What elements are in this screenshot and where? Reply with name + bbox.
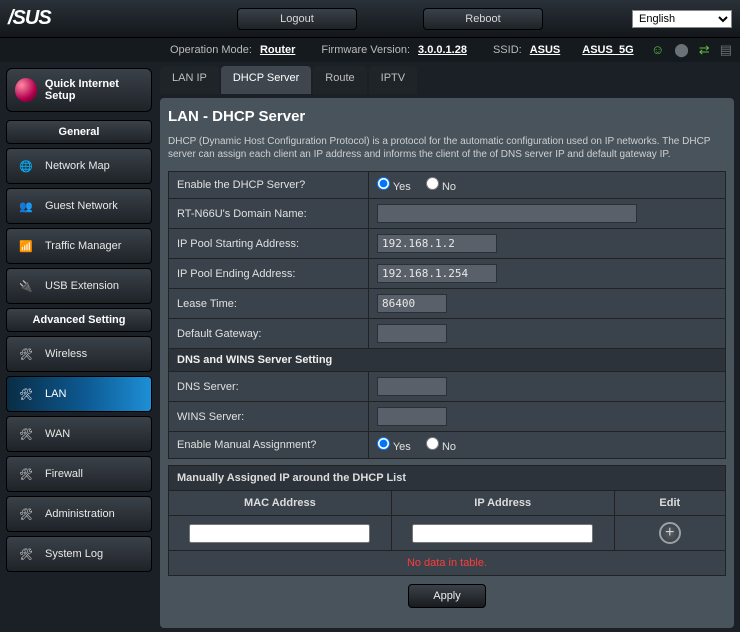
wins-input[interactable]	[377, 407, 447, 426]
section-general: General	[6, 120, 152, 144]
section-advanced: Advanced Setting	[6, 308, 152, 332]
nav-icon: 🛠	[15, 543, 37, 565]
row-dns-label: DNS Server:	[169, 372, 369, 402]
nav-label: Guest Network	[45, 200, 118, 212]
qis-button[interactable]: Quick Internet Setup	[6, 68, 152, 112]
row-pool-end-label: IP Pool Ending Address:	[169, 259, 369, 289]
ssid-label: SSID:	[493, 44, 522, 56]
nav-icon: 👥	[15, 195, 37, 217]
nav-administration[interactable]: 🛠 Administration	[6, 496, 152, 532]
col-ip: IP Address	[391, 491, 614, 516]
qis-label: Quick Internet Setup	[45, 78, 143, 102]
row-enable-dhcp-label: Enable the DHCP Server?	[169, 172, 369, 199]
nav-usb-extension[interactable]: 🔌 USB Extension	[6, 268, 152, 304]
manual-no[interactable]: No	[426, 441, 456, 453]
reboot-button[interactable]: Reboot	[423, 8, 543, 30]
nav-guest-network[interactable]: 👥 Guest Network	[6, 188, 152, 224]
nav-wireless[interactable]: 🛠 Wireless	[6, 336, 152, 372]
page-title: LAN - DHCP Server	[168, 108, 726, 125]
tab-lan-ip[interactable]: LAN IP	[160, 66, 219, 94]
printer-status-icon: ▤	[720, 42, 732, 58]
col-mac: MAC Address	[169, 491, 392, 516]
language-select[interactable]: English	[632, 10, 732, 28]
nav-firewall[interactable]: 🛠 Firewall	[6, 456, 152, 492]
op-mode-label: Operation Mode:	[170, 44, 252, 56]
mac-input[interactable]	[189, 524, 370, 543]
dns-wins-header: DNS and WINS Server Setting	[169, 349, 726, 372]
nav-network-map[interactable]: 🌐 Network Map	[6, 148, 152, 184]
row-gateway-label: Default Gateway:	[169, 319, 369, 349]
gateway-input[interactable]	[377, 324, 447, 343]
nav-label: Firewall	[45, 468, 83, 480]
logout-button[interactable]: Logout	[237, 8, 357, 30]
nav-lan[interactable]: 🛠 LAN	[6, 376, 152, 412]
fw-label: Firmware Version:	[321, 44, 410, 56]
nav-icon: 🔌	[15, 275, 37, 297]
col-edit: Edit	[614, 491, 725, 516]
op-mode-link[interactable]: Router	[260, 44, 295, 56]
tab-route[interactable]: Route	[313, 66, 366, 94]
manual-yes[interactable]: Yes	[377, 441, 411, 453]
nav-system-log[interactable]: 🛠 System Log	[6, 536, 152, 572]
nav-icon: 📶	[15, 235, 37, 257]
ip-input[interactable]	[412, 524, 593, 543]
tab-iptv[interactable]: IPTV	[369, 66, 417, 94]
row-domain-label: RT-N66U's Domain Name:	[169, 199, 369, 229]
domain-input[interactable]	[377, 204, 637, 223]
fw-link[interactable]: 3.0.0.1.28	[418, 44, 467, 56]
nav-icon: 🛠	[15, 343, 37, 365]
manual-list-header: Manually Assigned IP around the DHCP Lis…	[169, 466, 726, 491]
tab-dhcp-server[interactable]: DHCP Server	[221, 66, 311, 94]
nav-label: LAN	[45, 388, 66, 400]
nav-label: Administration	[45, 508, 115, 520]
pool-start-input[interactable]	[377, 234, 497, 253]
row-wins-label: WINS Server:	[169, 402, 369, 432]
nav-traffic-manager[interactable]: 📶 Traffic Manager	[6, 228, 152, 264]
wan-status-icon: ⬤	[674, 42, 689, 58]
nav-icon: 🌐	[15, 155, 37, 177]
nav-label: System Log	[45, 548, 103, 560]
nav-label: Wireless	[45, 348, 87, 360]
qis-icon	[15, 78, 37, 102]
nav-wan[interactable]: 🛠 WAN	[6, 416, 152, 452]
nav-icon: 🛠	[15, 383, 37, 405]
no-data-message: No data in table.	[168, 551, 726, 576]
nav-label: WAN	[45, 428, 70, 440]
ssid5-link[interactable]: ASUS_5G	[582, 44, 633, 56]
ssid-link[interactable]: ASUS	[530, 44, 561, 56]
nav-label: USB Extension	[45, 280, 119, 292]
nav-label: Traffic Manager	[45, 240, 121, 252]
plus-icon: +	[665, 524, 674, 542]
add-entry-button[interactable]: +	[659, 522, 681, 544]
nav-icon: 🛠	[15, 463, 37, 485]
nav-icon: 🛠	[15, 423, 37, 445]
page-description: DHCP (Dynamic Host Configuration Protoco…	[168, 135, 726, 161]
brand-logo: /SUS	[8, 7, 148, 30]
enable-dhcp-no[interactable]: No	[426, 181, 456, 193]
dns-input[interactable]	[377, 377, 447, 396]
row-manual-label: Enable Manual Assignment?	[169, 432, 369, 459]
nav-icon: 🛠	[15, 503, 37, 525]
row-lease-label: Lease Time:	[169, 289, 369, 319]
pool-end-input[interactable]	[377, 264, 497, 283]
apply-button[interactable]: Apply	[408, 584, 486, 608]
row-pool-start-label: IP Pool Starting Address:	[169, 229, 369, 259]
client-status-icon: ☺	[651, 42, 664, 58]
lease-input[interactable]	[377, 294, 447, 313]
enable-dhcp-yes[interactable]: Yes	[377, 181, 411, 193]
nav-label: Network Map	[45, 160, 110, 172]
usb-status-icon: ⇄	[699, 42, 710, 58]
